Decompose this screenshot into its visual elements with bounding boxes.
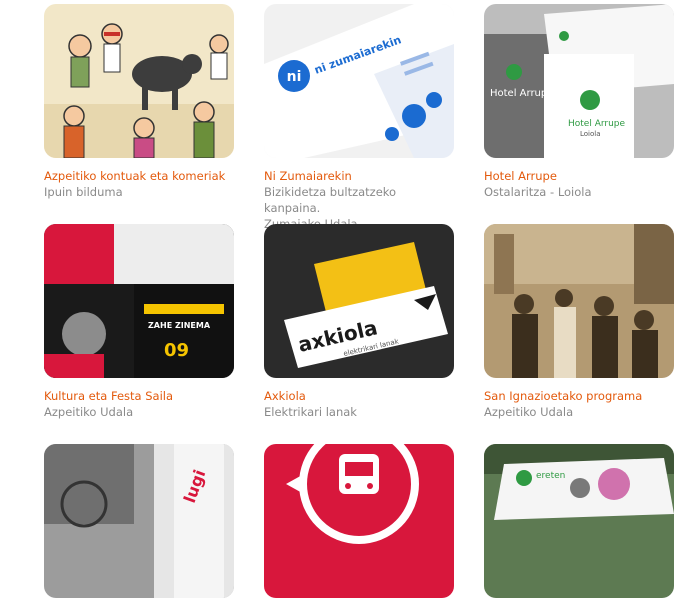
portfolio-subtitle: Azpeitiko Udala xyxy=(484,405,574,419)
portfolio-card: ereten xyxy=(484,444,674,609)
portfolio-thumbnail[interactable] xyxy=(44,4,234,158)
portfolio-thumbnail[interactable] xyxy=(484,224,674,378)
portfolio-title-link[interactable]: Kultura eta Festa Saila xyxy=(44,389,234,404)
portfolio-card: 09 ZAHE ZINEMA Kultura eta Festa Saila A… xyxy=(44,224,234,420)
posters-image: 09 ZAHE ZINEMA xyxy=(44,224,234,378)
signboard-photo: ereten xyxy=(484,444,674,598)
portfolio-title-link[interactable]: Hotel Arrupe xyxy=(484,169,674,184)
portfolio-thumbnail[interactable]: 09 ZAHE ZINEMA xyxy=(44,224,234,378)
cartoon-illustration xyxy=(44,4,234,158)
portfolio-card xyxy=(264,444,454,609)
bus-logo-image xyxy=(264,444,454,598)
stationery-image: Hotel Arrupe Hotel Arrupe Loiola xyxy=(484,4,674,158)
portfolio-thumbnail[interactable]: axkiola elektrikari lanak xyxy=(264,224,454,378)
historic-photo xyxy=(484,224,674,378)
thumbnail-text-secondary: ZAHE ZINEMA xyxy=(148,321,211,330)
portfolio-card: Hotel Arrupe Hotel Arrupe Loiola Hotel A… xyxy=(484,4,674,200)
thumbnail-text: Hotel Arrupe xyxy=(490,88,553,99)
portfolio-thumbnail[interactable]: lugi xyxy=(44,444,234,598)
portfolio-thumbnail[interactable]: Hotel Arrupe Hotel Arrupe Loiola xyxy=(484,4,674,158)
thumbnail-text: ereten xyxy=(536,471,565,481)
portfolio-subtitle: Bizikidetza bultzatzeko kanpaina. xyxy=(264,185,397,215)
thumbnail-text-secondary: Loiola xyxy=(580,130,601,138)
portfolio-grid: Azpeitiko kontuak eta komeriak Ipuin bil… xyxy=(0,0,700,598)
portfolio-card: ni ni zumaiarekin Ni Zumaiarekin Bizikid… xyxy=(264,4,454,232)
svg-text:ni: ni xyxy=(287,69,302,85)
portfolio-card: Azpeitiko kontuak eta komeriak Ipuin bil… xyxy=(44,4,234,200)
portfolio-card: San Ignazioetako programa Azpeitiko Udal… xyxy=(484,224,674,420)
portfolio-title-link[interactable]: San Ignazioetako programa xyxy=(484,389,674,404)
business-cards-image: ni ni zumaiarekin xyxy=(264,4,454,158)
portfolio-title-link[interactable]: Axkiola xyxy=(264,389,454,404)
portfolio-card: lugi xyxy=(44,444,234,609)
portfolio-subtitle: Azpeitiko Udala xyxy=(44,405,134,419)
business-cards-image: axkiola elektrikari lanak xyxy=(264,224,454,378)
portfolio-thumbnail[interactable] xyxy=(264,444,454,598)
portfolio-subtitle: Elektrikari lanak xyxy=(264,405,357,419)
portfolio-title-link[interactable]: Azpeitiko kontuak eta komeriak xyxy=(44,169,234,184)
portfolio-thumbnail[interactable]: ni ni zumaiarekin xyxy=(264,4,454,158)
portfolio-thumbnail[interactable]: ereten xyxy=(484,444,674,598)
portfolio-card: axkiola elektrikari lanak Axkiola Elektr… xyxy=(264,224,454,420)
portfolio-title-link[interactable]: Ni Zumaiarekin xyxy=(264,169,454,184)
bicycle-photo: lugi xyxy=(44,444,234,598)
portfolio-subtitle: Ostalaritza - Loiola xyxy=(484,185,592,199)
thumbnail-text: 09 xyxy=(164,340,189,361)
thumbnail-text: Hotel Arrupe xyxy=(568,119,626,129)
portfolio-subtitle: Ipuin bilduma xyxy=(44,185,123,199)
